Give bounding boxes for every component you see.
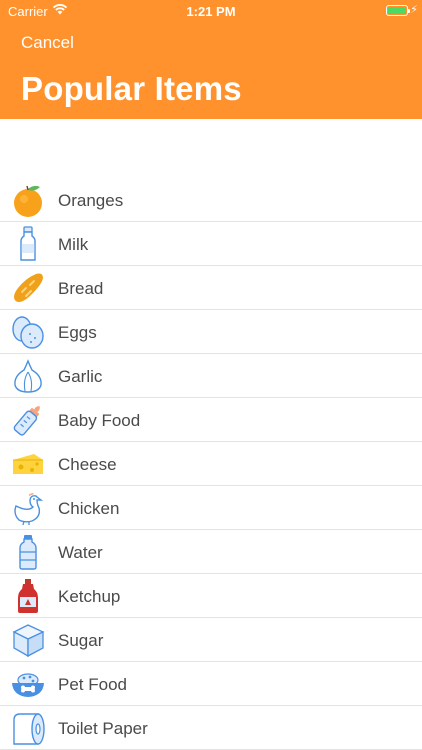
item-label: Milk — [58, 235, 89, 254]
list-item-toilet-paper[interactable]: Toilet Paper — [0, 706, 422, 750]
orange-icon — [10, 182, 46, 218]
list-item-cheese[interactable]: Cheese — [0, 442, 422, 486]
list-item-milk[interactable]: Milk — [0, 222, 422, 266]
list-item-chicken[interactable]: Chicken — [0, 486, 422, 530]
item-label: Water — [58, 543, 103, 562]
bread-icon — [10, 270, 46, 306]
toilet-paper-icon — [10, 710, 46, 746]
item-label: Chicken — [58, 499, 120, 518]
item-label: Baby Food — [58, 411, 141, 430]
item-label: Garlic — [58, 367, 103, 386]
cheese-icon — [10, 446, 46, 482]
baby-bottle-icon — [10, 402, 46, 438]
item-label: Toilet Paper — [58, 719, 148, 738]
garlic-icon — [10, 358, 46, 394]
milk-bottle-icon — [10, 226, 46, 262]
item-label: Pet Food — [58, 675, 127, 694]
item-label: Eggs — [58, 323, 97, 342]
clock: 1:21 PM — [186, 4, 236, 19]
item-label: Oranges — [58, 191, 124, 210]
list-item-garlic[interactable]: Garlic — [0, 354, 422, 398]
list-item-eggs[interactable]: Eggs — [0, 310, 422, 354]
list-item-pet-food[interactable]: Pet Food — [0, 662, 422, 706]
list-item-water[interactable]: Water — [0, 530, 422, 574]
pet-food-bowl-icon — [10, 666, 46, 702]
ketchup-icon — [10, 578, 46, 614]
items-list: Oranges Milk Bread Eggs Garlic Baby Food… — [0, 178, 422, 750]
sugar-cube-icon — [10, 622, 46, 658]
list-item-baby-food[interactable]: Baby Food — [0, 398, 422, 442]
item-label: Bread — [58, 279, 104, 298]
item-label: Ketchup — [58, 587, 121, 606]
status-bar: Carrier 1:21 PM ⚡ — [0, 0, 422, 22]
list-item-oranges[interactable]: Oranges — [0, 178, 422, 222]
charging-icon: ⚡ — [410, 4, 418, 16]
water-bottle-icon — [10, 534, 46, 570]
item-label: Sugar — [58, 631, 104, 650]
list-item-bread[interactable]: Bread — [0, 266, 422, 310]
page-title: Popular Items — [21, 70, 242, 107]
list-item-sugar[interactable]: Sugar — [0, 618, 422, 662]
item-label: Cheese — [58, 455, 117, 474]
cancel-button[interactable]: Cancel — [21, 33, 74, 53]
list-item-ketchup[interactable]: Ketchup — [0, 574, 422, 618]
screen: Carrier 1:21 PM ⚡ Cancel Popular Items O… — [0, 0, 422, 750]
header: Carrier 1:21 PM ⚡ Cancel Popular Items — [0, 0, 422, 119]
eggs-icon — [10, 314, 46, 350]
chicken-icon — [10, 490, 46, 526]
battery-icon — [386, 5, 410, 16]
